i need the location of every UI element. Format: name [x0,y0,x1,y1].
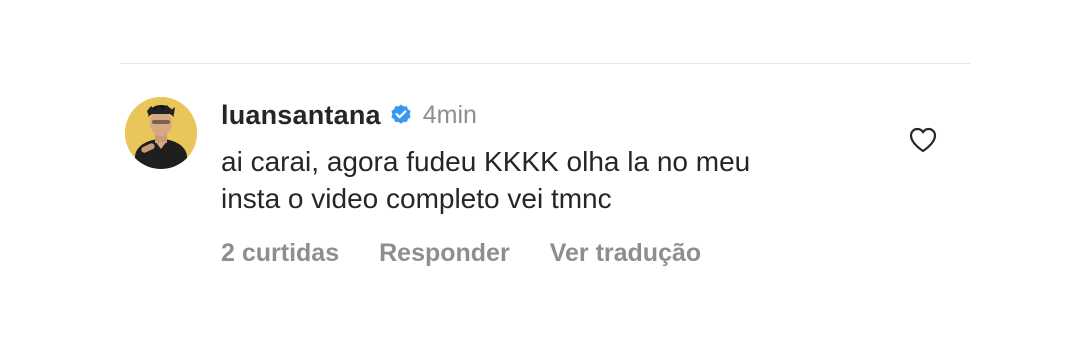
comment-actions: 2 curtidas Responder Ver tradução [221,235,881,271]
reply-button[interactable]: Responder [379,239,510,268]
translate-button[interactable]: Ver tradução [550,239,701,268]
avatar[interactable] [125,97,197,169]
comment-timestamp: 4min [422,100,477,129]
divider [120,63,970,64]
comment: luansantana 4min ai carai, agora fudeu K… [125,97,955,277]
comment-text: ai carai, agora fudeu KKKK olha la no me… [221,143,861,217]
username-link[interactable]: luansantana [221,100,381,131]
comment-text-line-2: insta o video completo vei tmnc [221,183,612,214]
comment-header: luansantana 4min [221,97,881,133]
comment-content: luansantana 4min ai carai, agora fudeu K… [221,97,881,271]
heart-outline-icon [909,127,937,153]
like-button[interactable] [909,127,937,153]
comment-text-line-1: ai carai, agora fudeu KKKK olha la no me… [221,146,751,177]
verified-badge-icon [389,103,413,127]
likes-count-button[interactable]: 2 curtidas [221,239,339,268]
user-avatar-icon [125,97,197,169]
